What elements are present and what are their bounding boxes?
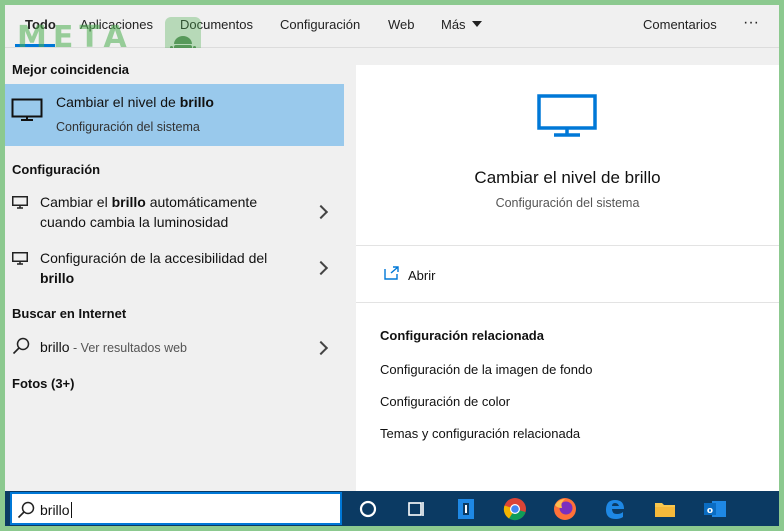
chevron-right-icon[interactable] [313,260,329,276]
result-line1: Configuración de la accesibilidad del [40,250,268,266]
results-pane: Mejor coincidencia Cambiar el nivel de b… [5,48,344,491]
preview-subtitle: Configuración del sistema [495,196,640,210]
monitor-icon [12,252,28,265]
store-icon[interactable] [452,495,480,523]
search-icon [17,501,35,519]
settings-result-auto-brightness[interactable]: Cambiar el brillo automáticamente cuando… [5,188,344,236]
photos-heading[interactable]: Fotos (3+) [12,376,74,391]
search-icon [12,337,30,355]
divider [356,302,779,303]
best-match-title: Cambiar el nivel de brillo [56,94,214,110]
tab-settings[interactable]: Configuración [280,17,360,32]
best-match-title-text: Cambiar el nivel de [56,94,180,110]
tab-documents[interactable]: Documentos [180,17,253,32]
tab-web[interactable]: Web [388,17,415,32]
tab-all[interactable]: Todo [25,17,56,32]
more-options-icon[interactable]: ··· [743,14,759,32]
result-line1: Cambiar el brillo automáticamente [40,192,257,212]
outlook-icon[interactable]: o [701,495,729,523]
chrome-icon[interactable] [501,495,529,523]
firefox-icon[interactable] [551,495,579,523]
web-search-result[interactable]: brillo - Ver resultados web [5,332,344,362]
settings-result-accessibility[interactable]: Configuración de la accesibilidad del br… [5,244,344,292]
file-explorer-icon[interactable] [651,495,679,523]
best-match-title-bold: brillo [179,94,214,110]
web-suffix: - Ver resultados web [69,341,187,355]
chevron-right-icon[interactable] [313,204,329,220]
cortana-icon[interactable] [354,495,382,523]
tab-more-label: Más [441,17,466,32]
monitor-icon [537,94,597,137]
divider [356,245,779,246]
result-line1-bold: brillo [111,194,146,210]
search-query: brillo [40,502,70,518]
related-link-background[interactable]: Configuración de la imagen de fondo [380,362,592,377]
search-tabs: Todo Aplicaciones Documentos Configuraci… [5,5,779,48]
best-match-heading: Mejor coincidencia [12,62,130,77]
svg-text:o: o [707,506,713,516]
result-line1-post: automáticamente [145,194,258,210]
result-line1-pre: Cambiar el [40,194,112,210]
monitor-icon [12,196,28,209]
caret-down-icon [471,21,482,27]
open-button[interactable]: Abrir [408,268,435,283]
task-view-icon[interactable] [402,495,430,523]
related-link-themes[interactable]: Temas y configuración relacionada [380,426,580,441]
web-search-heading: Buscar en Internet [12,306,127,321]
feedback-link[interactable]: Comentarios [643,17,717,32]
search-input-value: brillo [40,502,72,518]
text-cursor [70,502,72,518]
active-tab-indicator [15,44,55,47]
web-result-text: brillo - Ver resultados web [40,337,187,358]
open-icon [384,266,399,280]
tab-more[interactable]: Más [441,17,482,32]
preview-pane: Cambiar el nivel de brillo Configuración… [356,65,779,491]
taskbar: brillo o [5,491,779,526]
preview-title: Cambiar el nivel de brillo [474,168,661,187]
tab-apps[interactable]: Aplicaciones [80,17,153,32]
related-settings-heading: Configuración relacionada [380,328,544,343]
best-match-subtitle: Configuración del sistema [56,120,200,134]
result-line2-bold: brillo [40,270,75,286]
result-line2: cuando cambia la luminosidad [40,214,229,230]
search-input[interactable]: brillo [10,492,342,525]
chevron-right-icon[interactable] [313,340,329,356]
edge-icon[interactable] [601,495,629,523]
web-query: brillo [40,339,70,355]
monitor-icon [11,98,43,121]
search-window: Todo Aplicaciones Documentos Configuraci… [5,5,779,526]
settings-heading: Configuración [12,162,101,177]
related-link-color[interactable]: Configuración de color [380,394,510,409]
best-match-result[interactable]: Cambiar el nivel de brillo Configuración… [5,84,344,146]
